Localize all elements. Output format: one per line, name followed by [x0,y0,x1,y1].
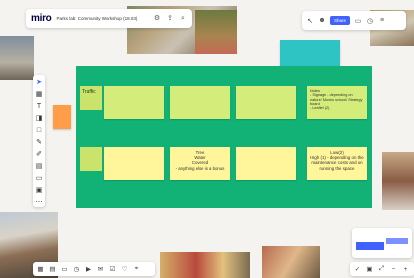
board-photo[interactable] [0,36,34,80]
board-title[interactable]: Parks lab: Community Workshop (18.03) [56,16,148,21]
sticky-note[interactable]: Tree Water Covered - anything else is a … [170,147,230,180]
sticky-note[interactable]: Notes - Signage - depending on nature/ M… [307,86,367,119]
sticky-note[interactable] [104,86,164,119]
board-photo[interactable] [262,246,320,278]
minimap[interactable] [352,228,412,258]
left-toolbar: ➤ ▦ T ◨ □ ✎ ✐ ▤ ▭ ▣ ⋯ [33,75,45,207]
check-icon[interactable]: ✓ [353,265,362,273]
card-icon[interactable]: ▭ [35,175,44,183]
comment-icon[interactable]: ✐ [35,151,44,159]
cursor-icon[interactable]: ➤ [35,79,44,87]
present-icon[interactable]: ▭ [354,17,362,25]
settings-icon[interactable]: ⚙ [153,15,161,23]
text-icon[interactable]: T [35,103,44,111]
zoom-in-icon[interactable]: + [401,266,410,273]
sticky-note[interactable] [53,105,71,129]
sticky-note[interactable] [236,86,296,119]
board-header: miro Parks lab: Community Workshop (18.0… [26,9,192,28]
frame-icon[interactable]: ▦ [35,91,44,99]
zoom-out-icon[interactable]: − [389,266,398,273]
upload-icon[interactable]: ▣ [35,187,44,195]
upload-icon[interactable]: ⇪ [166,15,174,23]
search-icon[interactable]: ⌕ [179,15,187,23]
video-icon[interactable]: ▶ [84,265,93,273]
row-label[interactable] [80,147,102,171]
cursor-icon[interactable]: ↖ [306,17,314,25]
minimap-viewport [356,242,384,250]
settings-icon[interactable]: ≡ [378,17,386,24]
share-button[interactable]: Share [330,16,351,25]
location-icon[interactable]: ⌖ [132,265,141,273]
sticky-note-icon[interactable]: ◨ [35,115,44,123]
miro-logo[interactable]: miro [31,13,52,24]
pen-icon[interactable]: ✎ [35,139,44,147]
timer-icon[interactable]: ◷ [72,265,81,273]
table-icon[interactable]: ▤ [35,163,44,171]
vote-icon[interactable]: ☑ [108,265,117,273]
sticky-note[interactable]: Low(2) High (1) - depending on the maint… [307,147,367,180]
chat-icon[interactable]: ✉ [96,265,105,273]
collaboration-toolbar: ↖ ☻ Share ▭ ◷ ≡ [302,11,406,30]
minimap-icon[interactable]: ▣ [365,265,374,273]
row-label[interactable]: Traffic [80,86,102,110]
minimap-content [386,238,408,244]
timer-icon[interactable]: ◷ [366,17,374,25]
like-icon[interactable]: ♡ [120,265,129,273]
sticky-note[interactable] [104,147,164,180]
board-photo[interactable] [382,152,414,210]
layers-icon[interactable]: ▤ [48,265,57,273]
zoom-controls: ✓ ▣ ⤢ − + [350,262,414,276]
grid-icon[interactable]: ▦ [36,265,45,273]
fit-icon[interactable]: ⤢ [377,265,386,273]
sticky-note[interactable] [236,147,296,180]
board-photo[interactable] [160,252,250,278]
sticky-note[interactable] [170,86,230,119]
board-photo[interactable] [195,10,237,54]
shape-icon[interactable]: □ [35,127,44,135]
board-icon[interactable]: ▭ [60,265,69,273]
bottom-toolbar: ▦ ▤ ▭ ◷ ▶ ✉ ☑ ♡ ⌖ [33,262,155,276]
more-icon[interactable]: ⋯ [35,199,44,207]
reaction-icon[interactable]: ☻ [318,17,326,24]
